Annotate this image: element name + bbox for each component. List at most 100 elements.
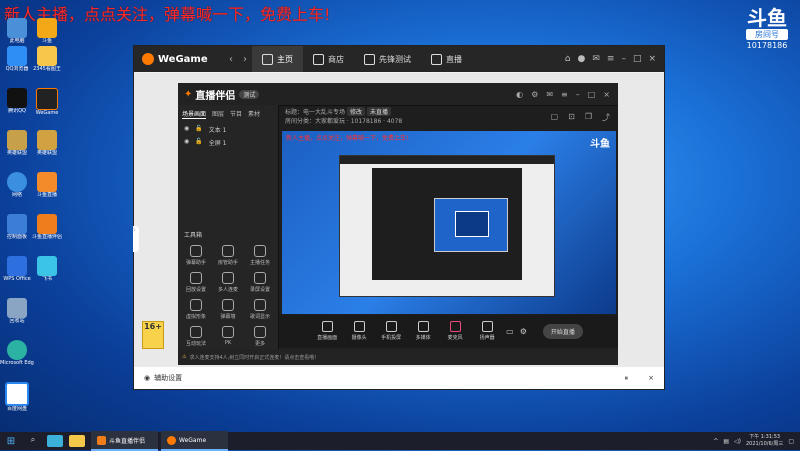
notification-icon[interactable]: ▢ (788, 438, 794, 445)
menu-icon[interactable]: ≡ (607, 54, 615, 64)
desktop-icon[interactable]: 此电脑 (2, 18, 32, 44)
settings-icon[interactable]: ⚙ (520, 327, 527, 336)
close-icon[interactable]: × (648, 54, 656, 64)
network-icon[interactable]: ▤ (723, 438, 729, 445)
share-icon[interactable]: ⤴ (602, 112, 610, 123)
start-live-button[interactable]: 开始直播 (542, 323, 583, 339)
scene-item[interactable]: ◉ 🔓 全屏 1 (178, 136, 278, 149)
desktop-icon[interactable]: 斗鱼直播伴侣 (32, 214, 62, 240)
tab-beta[interactable]: 先锋测试 (354, 46, 421, 72)
tool-item[interactable]: 弹幕墙 (212, 299, 244, 320)
clock[interactable]: 下午 1:31:53 2021/10/6/周三 (746, 434, 783, 448)
live-companion-window: ✦ 直播伴侣 测试 ◐ ⚙ ✉ ≡ – □ × 场景画面 图层 节目 素材 ◉ 🔓… (178, 83, 618, 365)
desktop-icon[interactable]: 斗鱼 (32, 18, 62, 44)
sidebar-toggle-handle[interactable]: › (133, 226, 139, 252)
gift-icon[interactable]: ⌂ (565, 54, 571, 64)
tool-item[interactable]: 回放设置 (180, 272, 212, 293)
forward-arrow-icon[interactable]: › (238, 54, 252, 65)
desktop-icon[interactable]: 控制面板 (2, 214, 32, 240)
desktop-icon[interactable]: 英雄联盟 (2, 130, 32, 156)
wps-icon (7, 256, 27, 276)
desktop-icon[interactable]: 腾讯QQ (2, 88, 32, 114)
settings-icon[interactable]: ◉ (144, 374, 150, 382)
speaker-button[interactable]: 扬声器 (474, 321, 500, 341)
tool-item[interactable]: 多人连麦 (212, 272, 244, 293)
game-icon (37, 130, 57, 150)
minimize-icon[interactable]: – (621, 54, 626, 64)
edit-chip[interactable]: 修改 (347, 107, 366, 116)
tab-home[interactable]: 主页 (252, 46, 303, 72)
desktop-icon[interactable]: 回收站 (2, 298, 32, 324)
tab-program[interactable]: 节目 (230, 109, 242, 119)
pause-icon[interactable]: ⏸ (625, 374, 629, 383)
lock-icon[interactable]: 🔓 (195, 138, 202, 147)
media-button[interactable]: 多媒体 (410, 321, 436, 341)
windows-start-icon[interactable]: ⊞ (0, 436, 22, 447)
tool-item[interactable]: 虚拟形象 (180, 299, 212, 320)
stream-preview[interactable]: 新人主播，点点关注，弹幕喊一下，免费上车! 斗鱼 (282, 131, 616, 314)
copy-icon[interactable]: ❐ (585, 112, 592, 123)
desktop-icon[interactable]: 英雄联盟 (32, 130, 62, 156)
desktop-icon[interactable]: 斗鱼直播 (32, 172, 62, 198)
tool-item[interactable]: PK (212, 326, 244, 347)
camera-button[interactable]: 摄像头 (346, 321, 372, 341)
search-icon[interactable]: ⌕ (25, 435, 41, 447)
lyrics-icon (254, 299, 266, 311)
desktop-icon[interactable]: QQ浏览器 (2, 46, 32, 72)
media-icon (417, 321, 429, 332)
close-icon[interactable]: × (603, 90, 610, 99)
desktop-icon[interactable]: WPS Office (2, 256, 32, 282)
desktop-icon[interactable]: Microsoft Edge (0, 340, 34, 366)
scene-item[interactable]: ◉ 🔓 文本 1 (178, 123, 278, 136)
maximize-icon[interactable]: □ (588, 90, 596, 99)
minimize-icon[interactable]: – (576, 90, 580, 99)
desktop-icon[interactable]: 2345看图王 (32, 46, 62, 72)
eye-icon[interactable]: ◉ (184, 138, 189, 147)
tool-item[interactable]: 主播任务 (244, 245, 276, 266)
phone-cast-button[interactable]: 手机投屏 (378, 321, 404, 341)
volume-icon[interactable]: ◁) (734, 438, 741, 445)
chat-icon[interactable]: ✉ (592, 54, 600, 64)
edge-icon[interactable] (47, 435, 63, 447)
wegame-logo: WeGame (142, 53, 224, 65)
desktop-icon[interactable]: 百度网盘 (2, 382, 32, 412)
tool-item[interactable]: 房管助手 (212, 245, 244, 266)
tab-material[interactable]: 素材 (248, 109, 260, 119)
chevron-up-icon[interactable]: ^ (713, 438, 718, 445)
save-icon[interactable]: ▢ (551, 112, 559, 123)
back-arrow-icon[interactable]: ‹ (224, 54, 238, 65)
lock-icon[interactable]: ⊡ (568, 112, 575, 123)
screen-capture-button[interactable]: 直播画面 (314, 321, 340, 341)
tab-store[interactable]: 商店 (303, 46, 354, 72)
assist-settings-label[interactable]: 辅助设置 (154, 373, 182, 383)
desktop-icon[interactable]: 网络 (2, 172, 32, 198)
lock-icon[interactable]: 🔓 (195, 125, 202, 134)
microphone-button[interactable]: 麦克风 (442, 321, 468, 341)
age-rating-badge: 16+ (142, 321, 164, 349)
browser-icon (7, 46, 27, 66)
preview-overlay-text: 新人主播，点点关注，弹幕喊一下，免费上车! (286, 135, 409, 142)
close-icon[interactable]: × (648, 374, 654, 382)
tool-item[interactable]: 更多 (244, 326, 276, 347)
user-icon[interactable]: ● (577, 54, 585, 64)
settings-icon[interactable]: ⚙ (531, 90, 538, 99)
chat-icon[interactable]: ✉ (546, 90, 553, 99)
record-icon[interactable]: ▭ (506, 327, 514, 336)
taskbar-item-wegame[interactable]: WeGame (161, 431, 228, 451)
eye-icon[interactable]: ◉ (184, 125, 189, 134)
avatar[interactable]: ◐ (516, 90, 523, 99)
desktop-icon[interactable]: WeGame (32, 88, 62, 116)
maximize-icon[interactable]: □ (633, 54, 642, 64)
menu-icon[interactable]: ≡ (561, 90, 568, 99)
tab-layer[interactable]: 图层 (212, 109, 224, 119)
preview-douyu-logo: 斗鱼 (590, 139, 610, 150)
tool-item[interactable]: 歌词显示 (244, 299, 276, 320)
tool-item[interactable]: 录屏设置 (244, 272, 276, 293)
tool-item[interactable]: 互动玩法 (180, 326, 212, 347)
file-explorer-icon[interactable] (69, 435, 85, 447)
taskbar-item-live-companion[interactable]: 斗鱼直播伴侣 (91, 431, 158, 451)
tab-live[interactable]: 直播 (421, 46, 472, 72)
desktop-icon[interactable]: 飞书 (32, 256, 62, 282)
tool-item[interactable]: 弹幕助手 (180, 245, 212, 266)
tab-scene[interactable]: 场景画面 (182, 109, 207, 119)
